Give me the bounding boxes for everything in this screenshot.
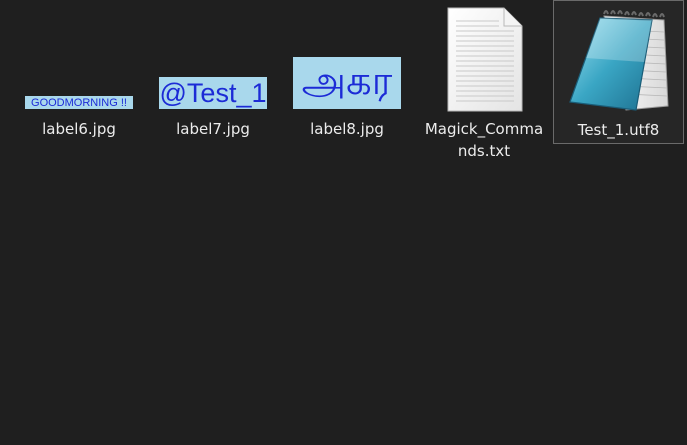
file-item-label7[interactable]: @Test_1 label7.jpg <box>148 0 278 140</box>
file-explorer-view: GOODMORNING !! label6.jpg @Test_1 label7… <box>0 0 687 445</box>
image-thumbnail: GOODMORNING !! <box>25 96 133 109</box>
image-thumbnail: @Test_1 <box>159 77 267 109</box>
notepad-icon <box>568 10 669 111</box>
file-item-magick-commands[interactable]: Magick_Commands.txt <box>419 0 549 162</box>
thumbnail-area: அகர <box>282 0 412 113</box>
thumbnail-area: GOODMORNING !! <box>14 0 144 113</box>
thumbnail-area <box>419 0 549 113</box>
thumbnail-area <box>554 1 683 114</box>
file-name: Magick_Commands.txt <box>424 120 544 160</box>
image-thumbnail: அகர <box>293 57 401 109</box>
file-name: Test_1.utf8 <box>577 121 660 139</box>
text-document-icon <box>447 7 523 112</box>
thumbnail-area: @Test_1 <box>148 0 278 113</box>
file-name: label7.jpg <box>176 120 250 138</box>
file-item-label6[interactable]: GOODMORNING !! label6.jpg <box>14 0 144 140</box>
file-name: label8.jpg <box>310 120 384 138</box>
file-name: label6.jpg <box>42 120 116 138</box>
file-item-label8[interactable]: அகர label8.jpg <box>282 0 412 140</box>
file-item-test1-utf8[interactable]: Test_1.utf8 <box>553 0 684 144</box>
